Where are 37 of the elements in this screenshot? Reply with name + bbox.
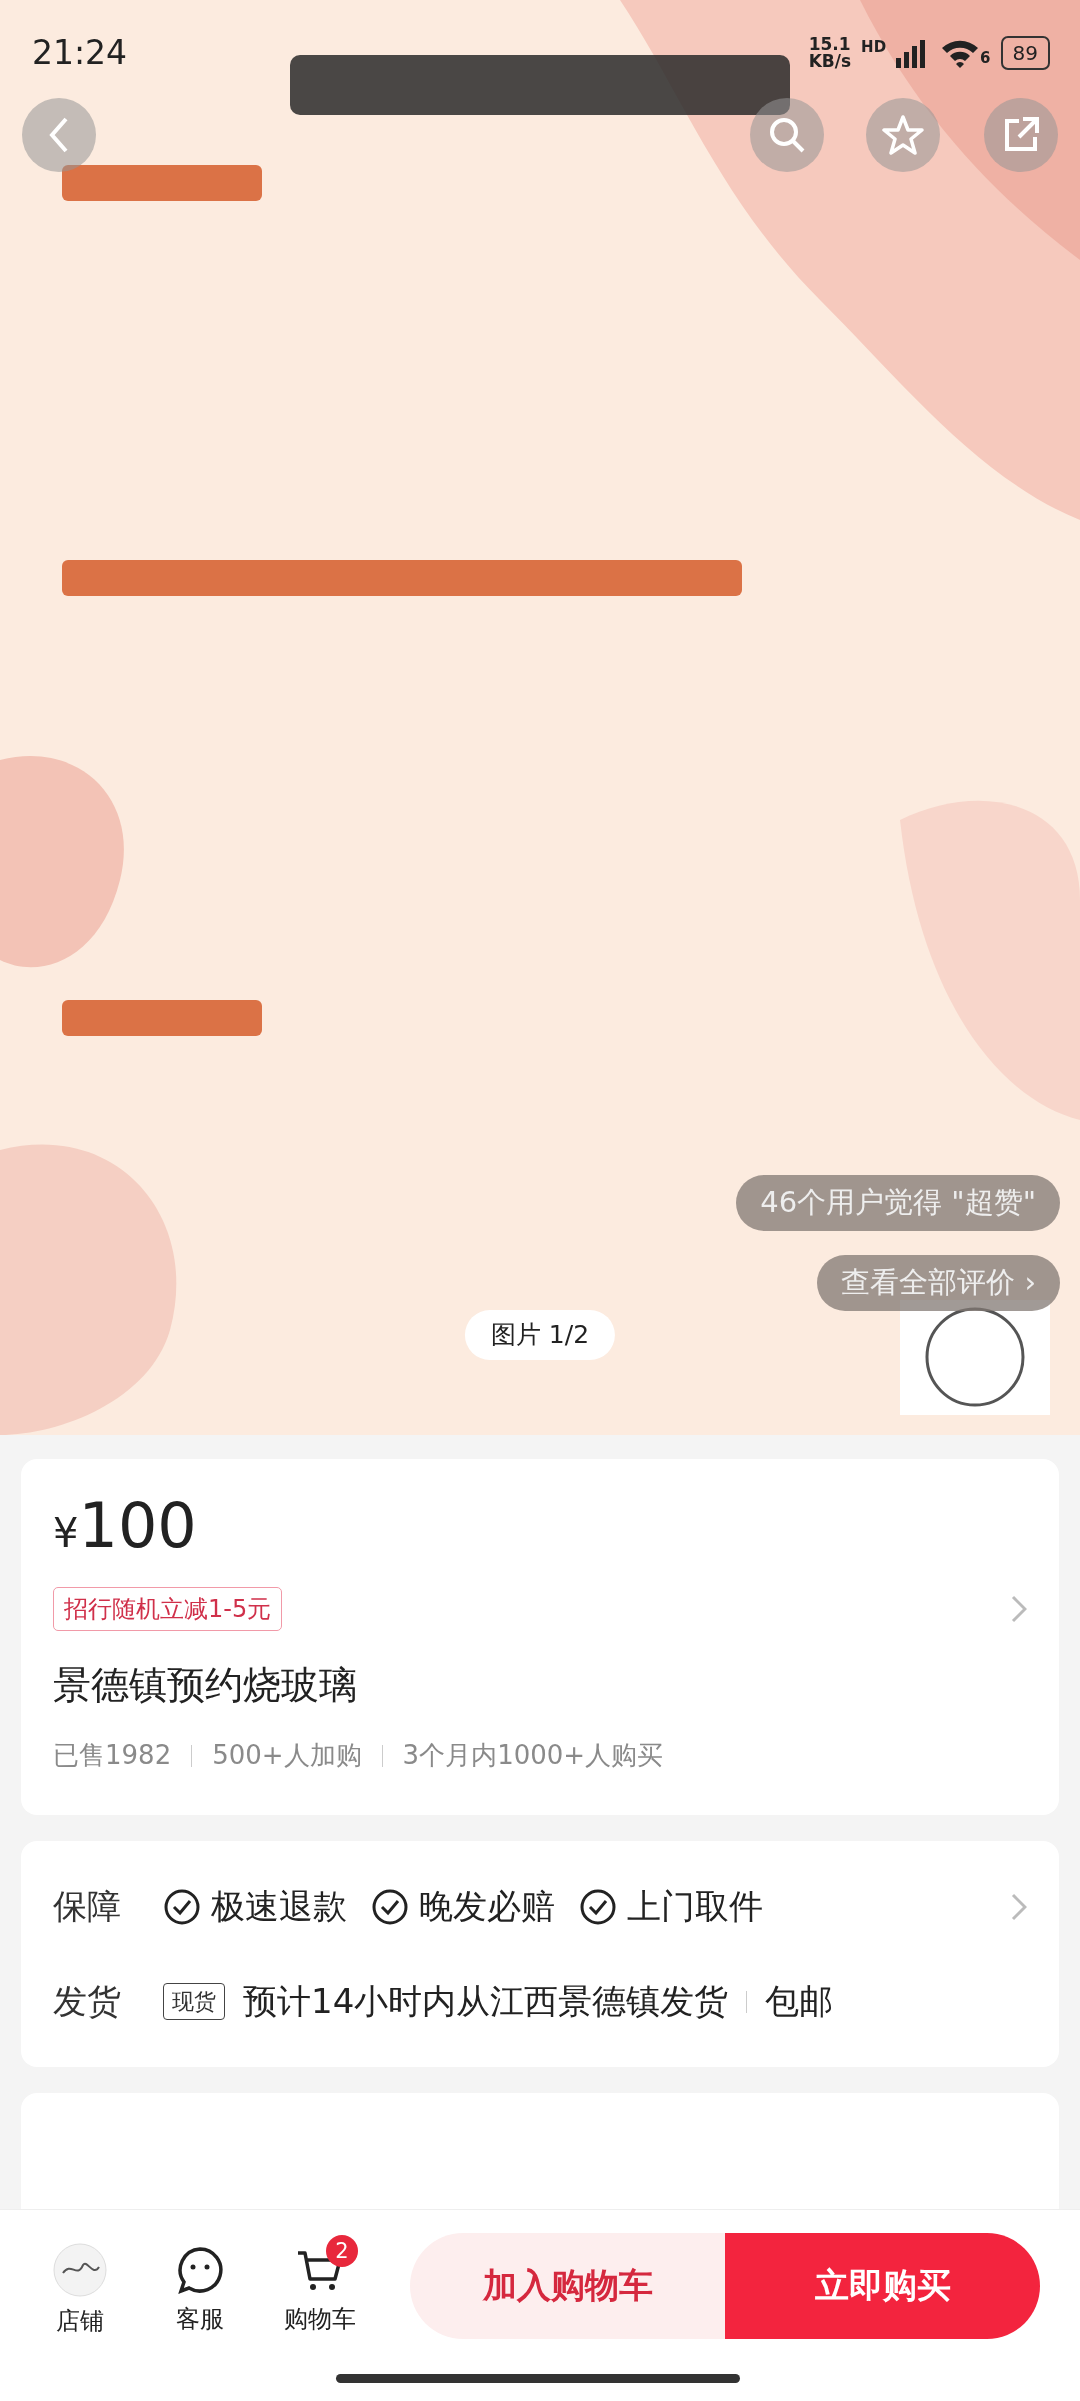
- network-label: HD: [861, 36, 887, 58]
- cart-count-badge: 2: [326, 2234, 358, 2267]
- stock-tag: 现货: [163, 1983, 225, 2020]
- guarantee-item: 晚发必赔: [419, 1885, 555, 1928]
- promo-tag: 招行随机立减1-5元: [53, 1587, 283, 1631]
- sales-stat: 3个月内1000+人购买: [402, 1739, 664, 1772]
- chevron-right-icon[interactable]: [1011, 1892, 1027, 1921]
- toolbar-button[interactable]: 客服: [140, 2234, 260, 2337]
- check-circle-icon: [163, 1887, 201, 1926]
- clock: 21:24: [32, 32, 128, 74]
- sales-stat: 已售1982: [53, 1739, 172, 1772]
- chevron-right-icon[interactable]: [1011, 1595, 1027, 1623]
- buy-now-button[interactable]: 立即购买: [725, 2232, 1040, 2339]
- guarantee-label: 保障: [53, 1885, 122, 1928]
- free-shipping: 包邮: [765, 1980, 834, 2023]
- wifi-band-label: 6: [980, 48, 991, 70]
- rating-bubble: 46个用户觉得 "超赞": [736, 1175, 1060, 1231]
- shipping-label: 发货: [53, 1980, 122, 2023]
- add-to-cart-button[interactable]: 加入购物车: [410, 2232, 725, 2339]
- toolbar-button[interactable]: 购物车 2: [260, 2234, 380, 2337]
- guarantee-item: 极速退款: [211, 1885, 347, 1928]
- product-title: 景德镇预约烧玻璃: [53, 1662, 358, 1709]
- battery-level: 89: [1000, 35, 1050, 70]
- shipping-text: 预计14小时内从江西景德镇发货: [243, 1980, 729, 2023]
- currency-symbol: ¥: [53, 1509, 79, 1558]
- star-icon: [882, 114, 924, 156]
- network-speed: 15.1 KB/s: [808, 35, 852, 70]
- sales-stat: 500+人加购: [212, 1739, 362, 1772]
- chat-icon: [175, 2244, 225, 2295]
- toolbar-button[interactable]: 店铺: [20, 2232, 140, 2339]
- guarantee-item: 上门取件: [627, 1885, 763, 1928]
- image-counter: 图片 1/2: [464, 1310, 616, 1360]
- search-icon: [767, 115, 807, 155]
- check-circle-icon: [579, 1887, 617, 1926]
- check-circle-icon: [371, 1887, 409, 1926]
- shop-logo-icon: [53, 2242, 107, 2297]
- price: 100: [78, 1495, 197, 1557]
